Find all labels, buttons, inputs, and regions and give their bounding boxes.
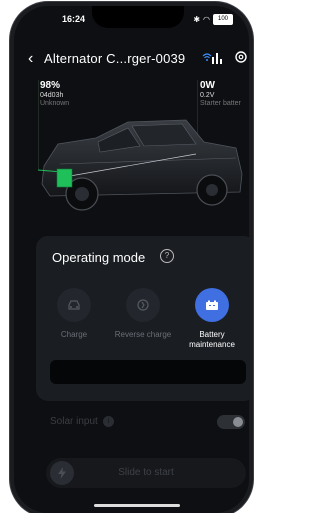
house-battery-stat: 98% 04d03h Unknown — [40, 80, 69, 107]
mode-description-area — [50, 360, 246, 384]
solar-input-toggle[interactable] — [217, 415, 245, 429]
toggle-knob — [233, 417, 243, 427]
home-indicator — [94, 504, 180, 507]
battery-status: 100 — [213, 14, 233, 25]
bar-chart-icon[interactable] — [210, 51, 224, 65]
battery-icon[interactable] — [195, 288, 229, 322]
starter-battery-stat: 0W 0.2V Starter batter — [200, 80, 241, 107]
help-icon[interactable]: ? — [160, 249, 174, 263]
gear-icon[interactable] — [234, 50, 248, 64]
slide-to-start-label: Slide to start — [118, 467, 174, 478]
operating-mode-title: Operating mode — [52, 250, 146, 265]
reverse-charge-icon[interactable] — [126, 288, 160, 322]
status-time: 16:24 — [62, 14, 86, 24]
mode-battery-maintenance[interactable]: Battery maintenance — [182, 288, 242, 350]
bluetooth-icon: ✱ — [193, 15, 201, 24]
mode-reverse-charge[interactable]: Reverse charge — [113, 288, 173, 340]
starter-label: Starter batter — [200, 100, 241, 107]
mode-label-reverse-charge: Reverse charge — [114, 330, 172, 339]
header: ‹ Alternator C...rger-0039 — [14, 50, 249, 70]
operating-mode-panel: Operating mode ? Charge Reverse charge B… — [36, 236, 249, 401]
truck-image — [37, 119, 243, 211]
wifi-status-icon: ◠ — [203, 15, 210, 24]
slide-to-start[interactable]: Slide to start — [46, 458, 246, 488]
battery-duration: 04d03h — [40, 92, 64, 99]
info-icon[interactable]: i — [103, 416, 114, 427]
phone-frame: 16:24 ✱ ◠ 100 ‹ Alternator C...rger-0039… — [14, 6, 249, 513]
solar-input-label: Solar input — [50, 416, 98, 427]
car-icon[interactable] — [57, 288, 91, 322]
starter-voltage: 0.2V — [200, 92, 215, 99]
back-arrow-icon[interactable]: ‹ — [28, 50, 33, 68]
battery-percent: 98% — [40, 80, 61, 91]
status-bar: 16:24 ✱ ◠ 100 — [14, 12, 249, 28]
mode-label-charge: Charge — [60, 330, 88, 339]
starter-power: 0W — [200, 80, 215, 91]
device-title: Alternator C...rger-0039 — [44, 51, 186, 66]
battery-status-text: Unknown — [40, 100, 70, 107]
mode-charge[interactable]: Charge — [44, 288, 104, 340]
mode-label-battery-maintenance: Battery maintenance — [189, 330, 235, 349]
status-icons: ✱ ◠ 100 — [193, 14, 233, 25]
